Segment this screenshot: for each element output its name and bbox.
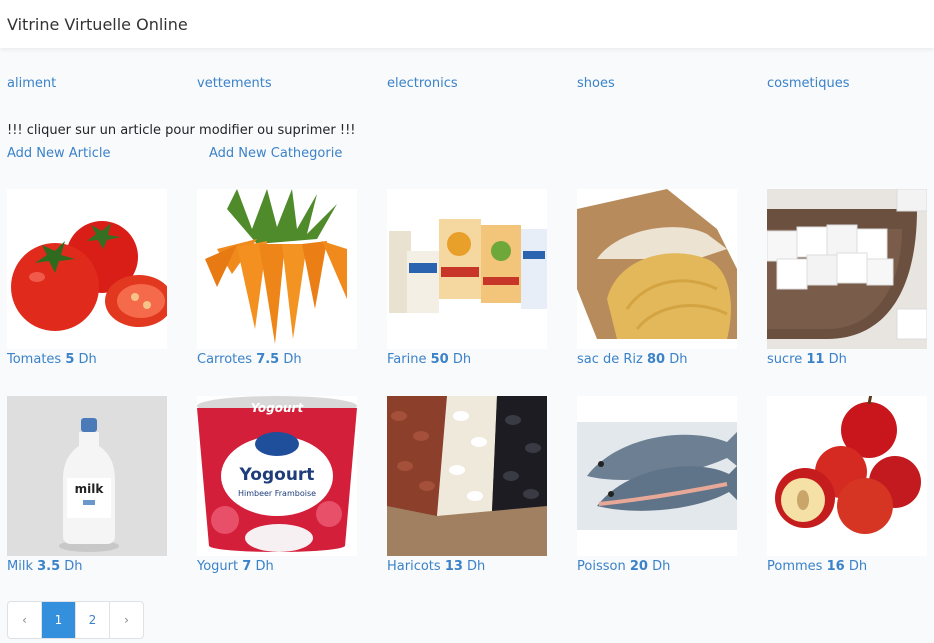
- product-card[interactable]: Haricots 13 Dh: [387, 396, 547, 574]
- milk-label-text: milk: [75, 482, 105, 496]
- carrot-image[interactable]: [197, 189, 357, 349]
- product-caption[interactable]: sucre 11 Dh: [767, 352, 927, 367]
- pagination-next-button[interactable]: ›: [110, 602, 143, 638]
- product-card[interactable]: sac de Riz 80 Dh: [577, 189, 737, 367]
- category-link-shoes[interactable]: shoes: [577, 76, 615, 91]
- apples-image[interactable]: [767, 396, 927, 556]
- product-card[interactable]: Pommes 16 Dh: [767, 396, 927, 574]
- category-link-cosmetiques[interactable]: cosmetiques: [767, 76, 850, 91]
- product-caption[interactable]: Milk 3.5 Dh: [7, 559, 167, 574]
- product-caption[interactable]: sac de Riz 80 Dh: [577, 352, 737, 367]
- flour-bags-image[interactable]: [387, 189, 547, 349]
- add-category-link[interactable]: Add New Cathegorie: [209, 146, 342, 161]
- category-link-electronics[interactable]: electronics: [387, 76, 458, 91]
- product-caption[interactable]: Pommes 16 Dh: [767, 559, 927, 574]
- yogurt-cup-image[interactable]: Yogourt Yogourt Himbeer Framboise: [197, 396, 357, 556]
- category-link-vettements[interactable]: vettements: [197, 76, 272, 91]
- category-nav: aliment vettements electronics shoes cos…: [7, 76, 934, 96]
- pagination-page-2[interactable]: 2: [76, 602, 110, 638]
- navbar: Vitrine Virtuelle Online: [0, 0, 934, 48]
- app-title[interactable]: Vitrine Virtuelle Online: [7, 15, 188, 34]
- product-caption[interactable]: Poisson 20 Dh: [577, 559, 737, 574]
- product-card[interactable]: Poisson 20 Dh: [577, 396, 737, 574]
- product-card[interactable]: milk Milk 3.5 Dh: [7, 396, 167, 574]
- milk-bottle-image[interactable]: milk: [7, 396, 167, 556]
- pagination: ‹ 1 2 ›: [7, 601, 144, 639]
- add-article-link[interactable]: Add New Article: [7, 146, 111, 161]
- product-card[interactable]: Carrotes 7.5 Dh: [197, 189, 357, 367]
- beans-image[interactable]: [387, 396, 547, 556]
- product-card[interactable]: Farine 50 Dh: [387, 189, 547, 367]
- category-link-aliment[interactable]: aliment: [7, 76, 56, 91]
- edit-notice: !!! cliquer sur un article pour modifier…: [7, 123, 356, 138]
- product-card[interactable]: Yogourt Yogourt Himbeer Framboise Yogurt…: [197, 396, 357, 574]
- rice-sack-image[interactable]: [577, 189, 737, 349]
- product-caption[interactable]: Farine 50 Dh: [387, 352, 547, 367]
- product-card[interactable]: Tomates 5 Dh: [7, 189, 167, 367]
- pagination-page-1[interactable]: 1: [42, 602, 76, 638]
- product-caption[interactable]: Tomates 5 Dh: [7, 352, 167, 367]
- sugar-cubes-image[interactable]: [767, 189, 927, 349]
- product-card[interactable]: sucre 11 Dh: [767, 189, 927, 367]
- product-caption[interactable]: Haricots 13 Dh: [387, 559, 547, 574]
- product-caption[interactable]: Carrotes 7.5 Dh: [197, 352, 357, 367]
- yogurt-label-text: Yogourt: [239, 465, 315, 485]
- product-caption[interactable]: Yogurt 7 Dh: [197, 559, 357, 574]
- yogurt-sub-text: Himbeer Framboise: [238, 489, 316, 498]
- actions-bar: Add New Article Add New Cathegorie: [7, 146, 407, 164]
- tomato-image[interactable]: [7, 189, 167, 349]
- pagination-prev-button[interactable]: ‹: [8, 602, 42, 638]
- fish-image[interactable]: [577, 396, 737, 556]
- yogurt-brand-text: Yogourt: [251, 401, 305, 415]
